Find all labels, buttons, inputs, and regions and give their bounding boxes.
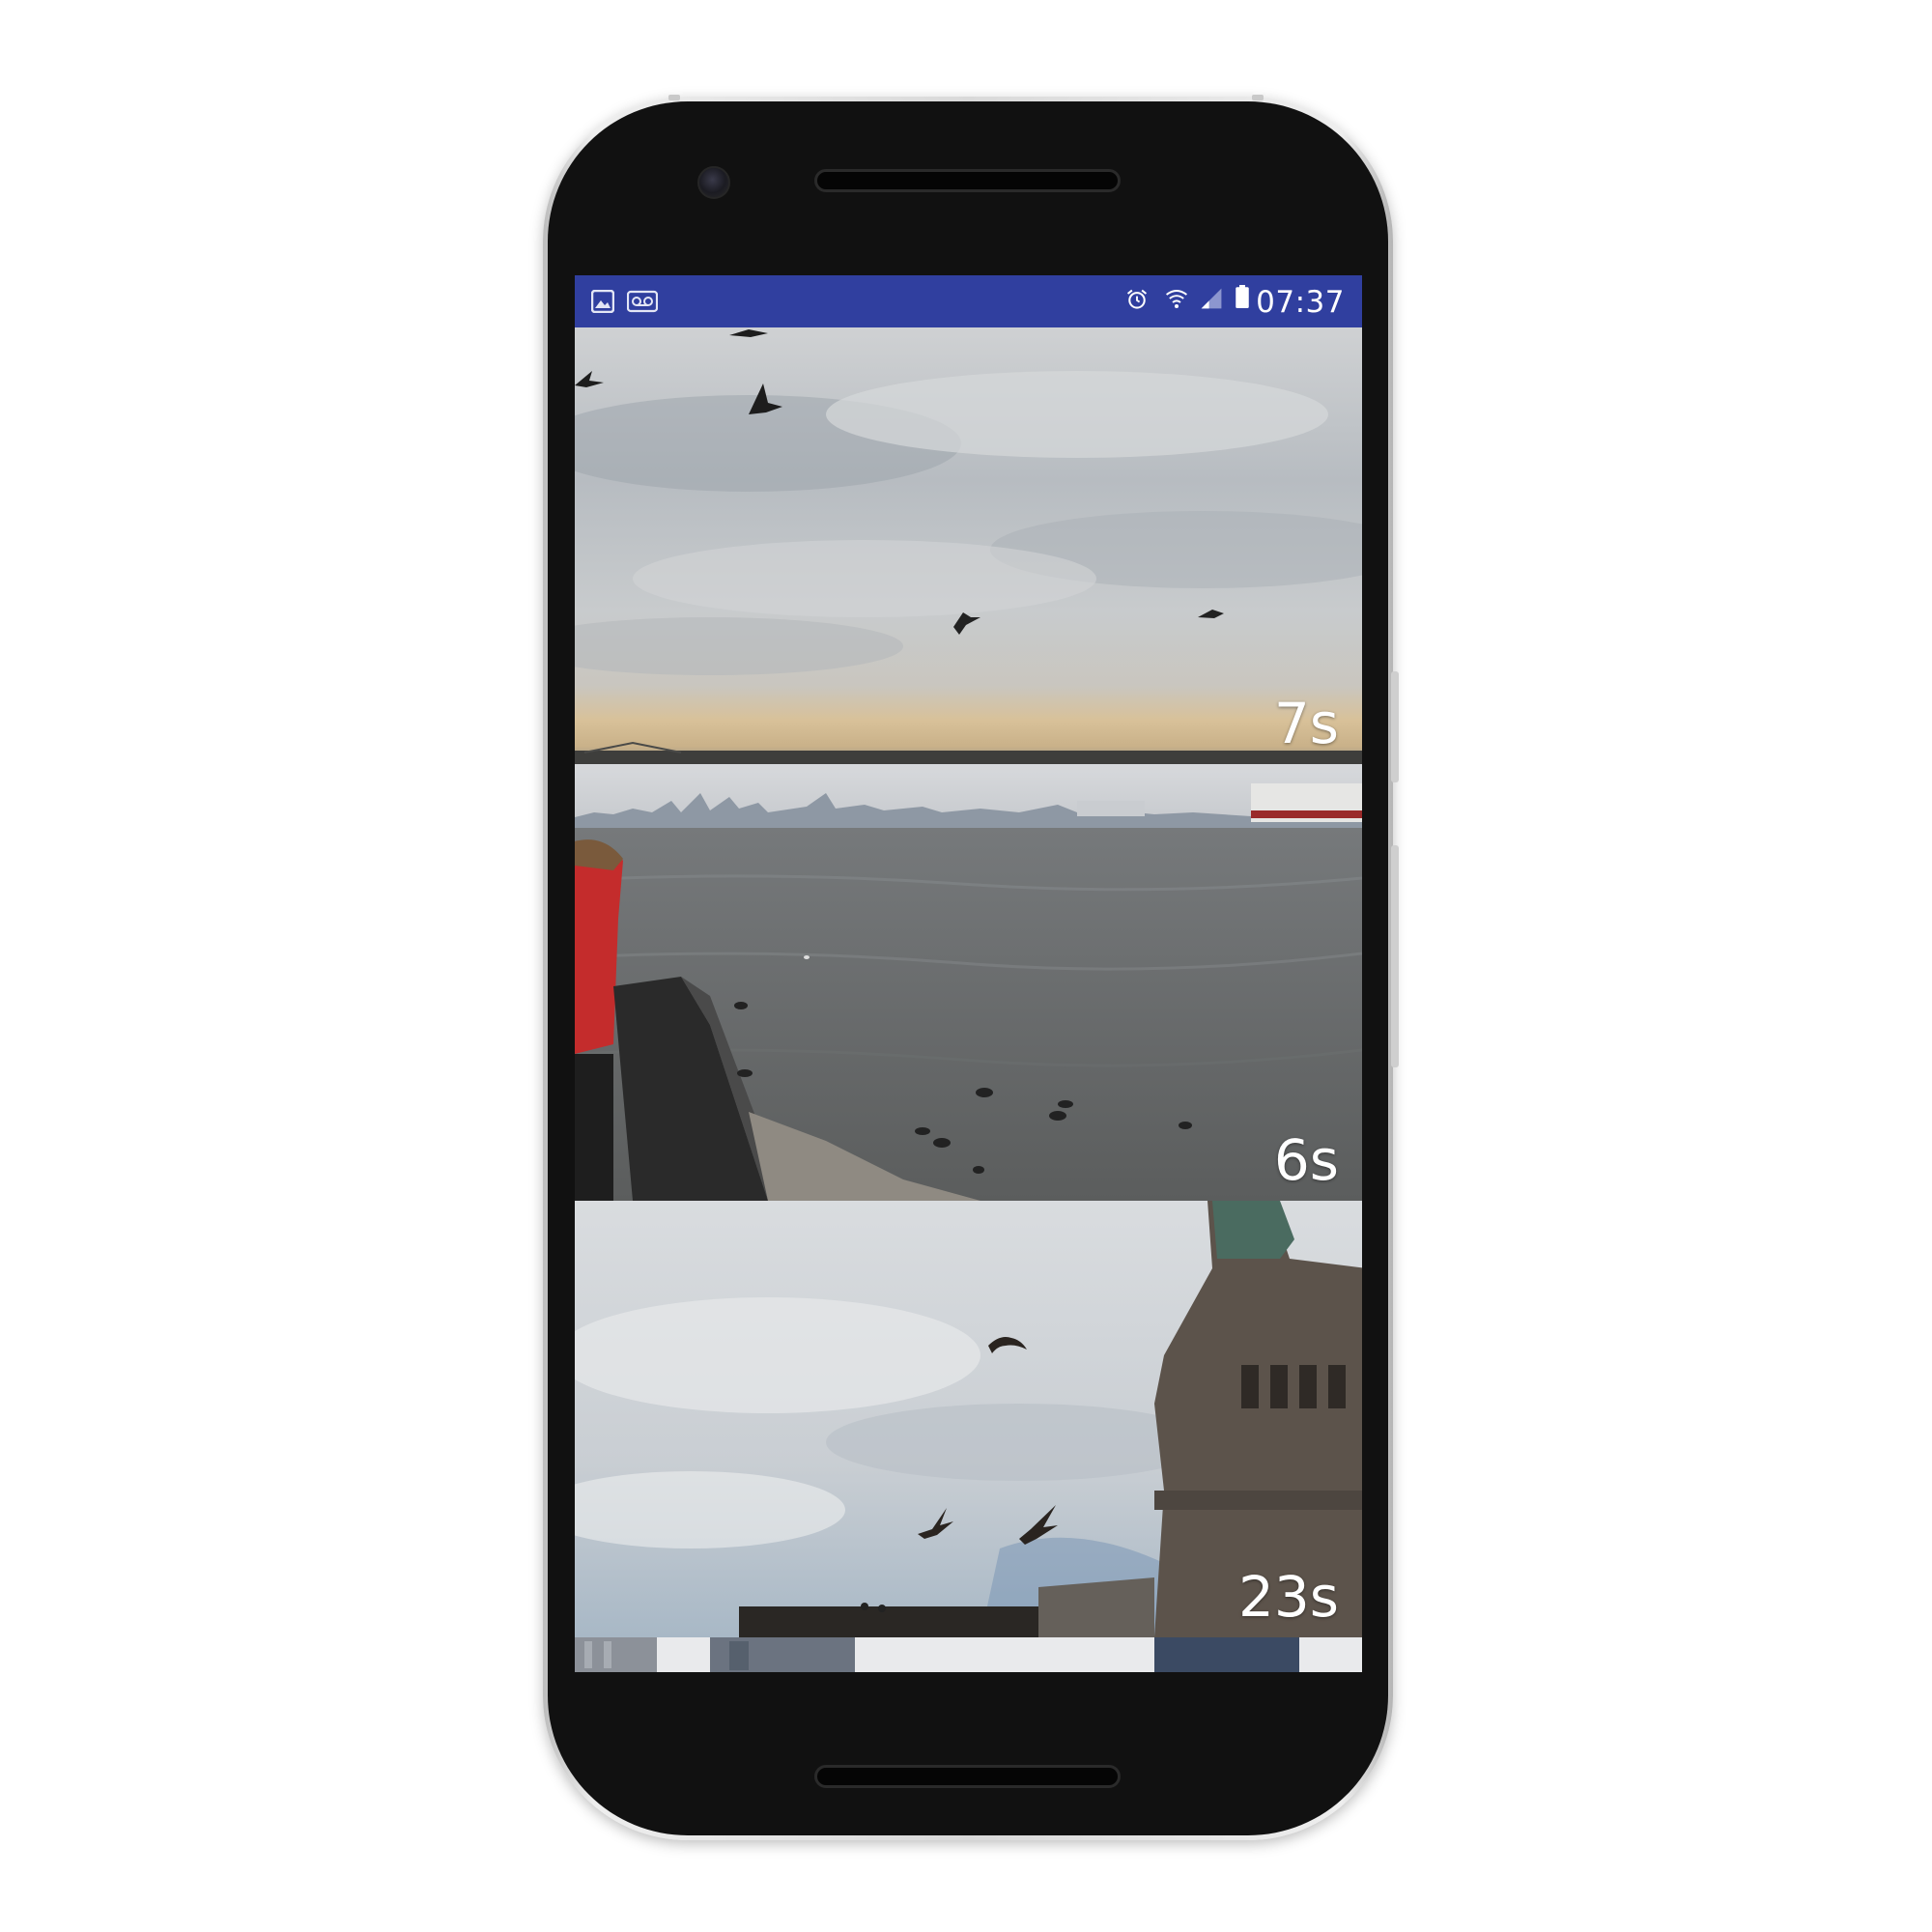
video-duration: 6s bbox=[1273, 1127, 1339, 1194]
video-duration: 23s bbox=[1237, 1564, 1339, 1631]
cell-signal-icon bbox=[1201, 288, 1222, 309]
video-feed[interactable]: 7s 6s 23s bbox=[575, 327, 1362, 1676]
top-speaker bbox=[814, 169, 1121, 192]
volume-button bbox=[1391, 845, 1399, 1067]
alarm-icon bbox=[1126, 289, 1148, 309]
status-time: 07:37 bbox=[1256, 285, 1345, 320]
power-button bbox=[1391, 671, 1399, 782]
voicemail-icon bbox=[627, 290, 658, 313]
battery-icon bbox=[1236, 285, 1249, 308]
wifi-icon bbox=[1166, 290, 1187, 308]
video-duration: 7s bbox=[1273, 691, 1339, 757]
video-thumbnail bbox=[575, 327, 1362, 764]
phone-screen: 07:37 7s 6s 23s bbox=[575, 275, 1362, 1676]
gallery-notification-icon bbox=[591, 290, 614, 313]
status-bar: 07:37 bbox=[575, 275, 1362, 327]
device-mockup: 07:37 7s 6s 23s bbox=[0, 0, 1932, 1932]
video-thumbnail bbox=[575, 1637, 1362, 1672]
video-item[interactable]: 7s bbox=[575, 327, 1362, 764]
bottom-speaker bbox=[814, 1765, 1121, 1788]
video-thumbnail bbox=[575, 764, 1362, 1201]
video-item[interactable]: 6s bbox=[575, 764, 1362, 1201]
video-item[interactable]: 23s bbox=[575, 1201, 1362, 1637]
frame-detail bbox=[668, 95, 680, 100]
frame-detail bbox=[1252, 95, 1264, 100]
video-item[interactable] bbox=[575, 1637, 1362, 1672]
front-camera bbox=[697, 166, 730, 199]
